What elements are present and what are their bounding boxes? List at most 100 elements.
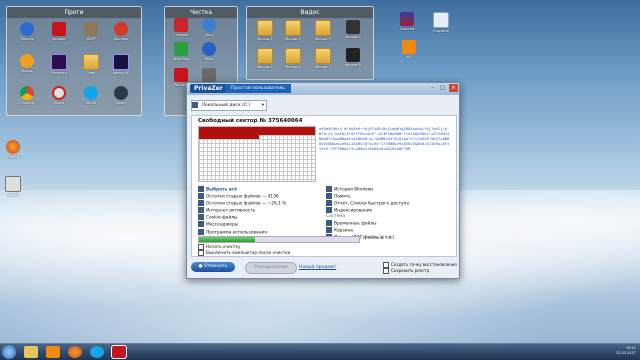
desktop-icon[interactable]: Daemon [108, 22, 134, 41]
desktop-icon[interactable]: Архив [0, 176, 26, 197]
option-row[interactable]: Остатки старых файлов — 4136 [198, 193, 286, 200]
new-scan-link[interactable]: Новый предмет [299, 265, 336, 270]
vlc-icon [402, 40, 416, 54]
ccleaner-icon [174, 18, 188, 32]
desktop-icon[interactable]: Adobe AE [108, 54, 134, 75]
option-checkbox[interactable] [198, 250, 204, 256]
option-row[interactable]: Сохранить реестр [383, 268, 457, 274]
right-options: История Windows Память Отчёт, Списки быс… [326, 186, 409, 241]
video-file-icon [346, 48, 360, 62]
maximize-icon[interactable]: □ [438, 84, 447, 92]
desktop-icon[interactable]: Фильм 2 [280, 20, 306, 41]
desktop-icon[interactable]: Acrobat [46, 22, 72, 41]
desktop-icon[interactable]: Steam [108, 86, 134, 105]
option-checkbox[interactable] [326, 207, 332, 214]
minimize-icon[interactable]: – [428, 84, 437, 92]
option-row[interactable]: Программа использования [198, 228, 286, 236]
desktop-icon[interactable]: Фильм 3 [310, 20, 336, 41]
option-checkbox[interactable] [198, 214, 204, 221]
option-row[interactable]: Корзина [326, 227, 409, 234]
desktop-icon[interactable]: Revo [196, 42, 222, 61]
desktop-icon[interactable]: Premiere [46, 54, 72, 75]
fence-title: Видос [247, 7, 373, 18]
desktop-icon[interactable]: Яндекс [14, 22, 40, 41]
desktop-icon[interactable]: Фильм 1 [252, 20, 278, 41]
option-checkbox[interactable] [326, 186, 332, 192]
window-header: PrivaZer Простой пользователь – □ × [187, 83, 459, 95]
desktop-icon[interactable]: Фильм 7 [310, 48, 336, 69]
desktop-icon[interactable]: Ярлык [14, 54, 40, 73]
skype-icon[interactable] [90, 346, 104, 358]
sector-used-block [199, 135, 259, 139]
desktop-icon[interactable]: Фильм 5 [252, 48, 278, 69]
cancel-button[interactable]: ● Отменить [191, 262, 235, 272]
option-checkbox[interactable] [326, 200, 332, 207]
option-checkbox[interactable] [383, 268, 389, 274]
desktop-icon[interactable]: Opera [46, 86, 72, 105]
option-checkbox[interactable] [326, 227, 332, 234]
desktop-icon[interactable]: Total [78, 54, 104, 75]
folder-icon [285, 48, 301, 64]
revo-icon [202, 42, 216, 56]
privazer-icon [174, 68, 188, 82]
option-checkbox[interactable] [198, 207, 204, 214]
desktop-icon[interactable]: Сжатие [394, 12, 420, 31]
option-checkbox[interactable] [198, 186, 204, 192]
scan-button[interactable]: Сканирование [245, 262, 297, 274]
option-checkbox[interactable] [326, 193, 332, 200]
privazer-window[interactable]: PrivaZer Простой пользователь – □ × Лока… [186, 82, 460, 279]
option-row[interactable]: Отчёт, Списки быстрого доступа [326, 200, 409, 207]
drive-select[interactable]: Локальный диск (C:) ▾ [191, 100, 267, 111]
option-row[interactable]: Остатки старых файлов — ~26,1 % [198, 200, 286, 207]
option-checkbox[interactable] [198, 193, 204, 200]
option-row[interactable]: Выбрать всё [198, 186, 286, 193]
desktop-icon[interactable]: Фильм 8 [340, 48, 366, 67]
option-checkbox[interactable] [326, 219, 332, 226]
explorer-icon[interactable] [24, 346, 38, 358]
option-row[interactable]: Интернет-активность [198, 207, 286, 214]
option-checkbox[interactable] [198, 200, 204, 207]
scan-panel: Свободный сектор № 375640064 e0Sa4P4Rz4-… [191, 115, 457, 257]
sector-title: Свободный сектор № 375640064 [198, 118, 303, 124]
option-row[interactable]: Выключить компьютер после очистки [198, 250, 290, 256]
desktop-icon[interactable]: Фильм 6 [280, 48, 306, 69]
drive-checkbox[interactable] [192, 101, 198, 108]
desktop-icon[interactable]: Wise Reg [168, 42, 194, 61]
premiere-icon [51, 54, 67, 70]
option-checkbox[interactable] [198, 228, 204, 235]
desktop-icon[interactable]: Ccleaner [168, 18, 194, 37]
media-player-icon[interactable] [46, 346, 60, 358]
option-row[interactable]: Временные файлы [326, 219, 409, 227]
option-row[interactable]: Мессенджеры [198, 221, 286, 228]
desktop-icon[interactable]: Фильм 4 [340, 20, 366, 39]
after-effects-icon [113, 54, 129, 70]
sector-grid [198, 126, 316, 182]
desktop-icon[interactable]: Glary [196, 18, 222, 37]
option-row[interactable]: Память [326, 193, 409, 200]
close-icon[interactable]: × [449, 84, 458, 92]
option-checkbox[interactable] [198, 221, 204, 228]
mode-tab[interactable]: Простой пользователь [225, 84, 291, 93]
desktop-icon[interactable]: Chrome [14, 86, 40, 105]
desktop-icon[interactable]: Skype [78, 86, 104, 105]
clock[interactable]: 19:11 22.03.2017 [616, 346, 636, 356]
taskbar: 19:11 22.03.2017 [0, 343, 640, 360]
option-row[interactable]: Cookie-файлы [198, 214, 286, 221]
folder-icon [315, 48, 331, 64]
desktop-icon[interactable]: Firefox [0, 140, 26, 159]
progress-fill [199, 237, 255, 242]
daemon-icon [114, 22, 128, 36]
start-button[interactable] [2, 345, 16, 359]
option-row[interactable]: История Windows [326, 186, 409, 193]
firefox-icon[interactable] [68, 346, 82, 358]
privazer-taskbar-icon[interactable] [112, 346, 126, 358]
left-options: Выбрать всё Остатки старых файлов — 4136… [198, 186, 286, 243]
fence-title: Проги [7, 7, 141, 18]
desktop-icon[interactable]: Корзина [428, 12, 454, 33]
clock-date: 22.03.2017 [615, 351, 636, 355]
disk-icon [202, 68, 216, 82]
chevron-down-icon[interactable]: ▾ [262, 101, 264, 110]
time-remaining: 14 мин. 26 сек. [362, 235, 394, 240]
desktop-icon[interactable]: GIMP [78, 22, 104, 41]
desktop-icon[interactable]: VLC [396, 40, 422, 59]
